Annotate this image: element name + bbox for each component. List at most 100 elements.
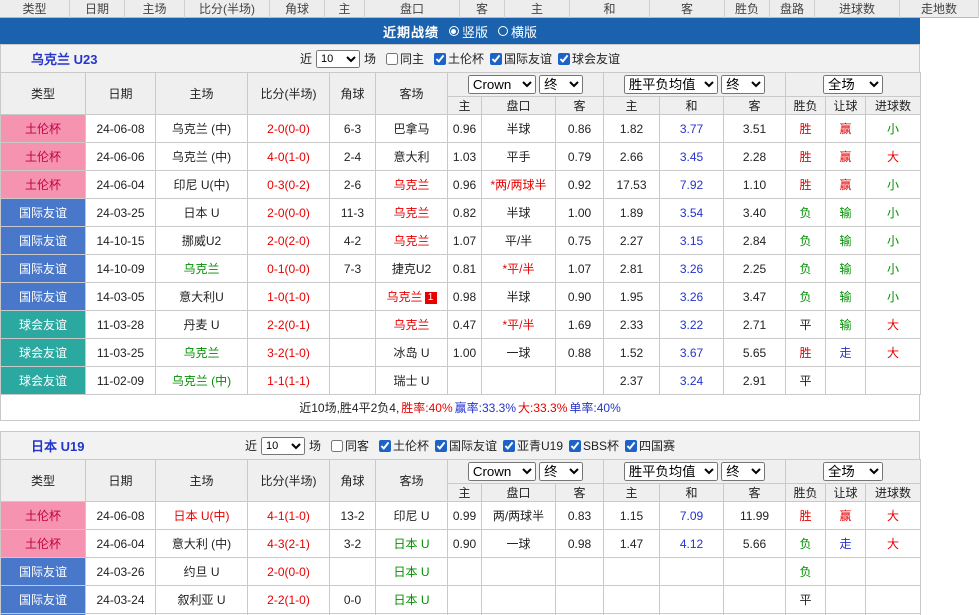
- top-header-col: 主: [505, 0, 570, 18]
- cell-home-team: 意大利U: [156, 283, 248, 311]
- scope-select[interactable]: 全场: [823, 462, 883, 481]
- cell-asia-away-water: [556, 586, 604, 614]
- cell-handicap: *两/两球半: [482, 171, 556, 199]
- section-gap: [0, 421, 920, 431]
- cell-date: 11-03-25: [86, 339, 156, 367]
- cell-euro-home-odds: 1.52: [604, 339, 660, 367]
- league-checkbox[interactable]: [490, 53, 502, 65]
- sub-header-euro-away: 客: [724, 97, 786, 115]
- league-checkbox[interactable]: [558, 53, 570, 65]
- summary-segment: 单率:40%: [569, 399, 620, 416]
- cell-asia-home-water: 0.81: [448, 255, 482, 283]
- cell-handicap-result: [826, 586, 866, 614]
- europe-time-select[interactable]: 终: [721, 75, 765, 94]
- cell-euro-home-odds: 1.15: [604, 502, 660, 530]
- cell-euro-away-odds: [724, 586, 786, 614]
- league-filter[interactable]: 亚青U19: [503, 437, 563, 454]
- cell-score: 2-0(0-0): [248, 558, 330, 586]
- sub-header-asia-home: 主: [448, 484, 482, 502]
- sub-header-handicap: 盘口: [482, 97, 556, 115]
- scope-select[interactable]: 全场: [823, 75, 883, 94]
- league-filter[interactable]: 四国赛: [625, 437, 675, 454]
- cell-euro-home-odds: 2.66: [604, 143, 660, 171]
- cell-handicap-result: 输: [826, 255, 866, 283]
- cell-league-type: 国际友谊: [1, 586, 86, 614]
- league-checkbox[interactable]: [625, 440, 637, 452]
- league-checkbox[interactable]: [435, 440, 447, 452]
- asia-time-select[interactable]: 终: [539, 75, 583, 94]
- cell-date: 11-03-28: [86, 311, 156, 339]
- cell-euro-home-odds: 1.95: [604, 283, 660, 311]
- sub-header-handicap: 盘口: [482, 484, 556, 502]
- top-header-col: 盘路: [770, 0, 815, 18]
- section-title: 乌克兰 U23: [31, 49, 97, 68]
- league-filter[interactable]: 国际友谊: [490, 50, 552, 67]
- cell-home-team: 乌克兰 (中): [156, 367, 248, 395]
- recent-count-select[interactable]: 10: [261, 437, 305, 455]
- bookmaker-select[interactable]: Crown: [468, 75, 536, 94]
- cell-result: 负: [786, 530, 826, 558]
- layout-horizontal-radio[interactable]: 横版: [498, 22, 537, 41]
- league-filter[interactable]: SBS杯: [569, 437, 619, 454]
- cell-euro-draw-odds: 7.09: [660, 502, 724, 530]
- recent-matches-table-ukraine: 类型 日期 主场 比分(半场) 角球 客场 Crown 终 胜平负均值 终 全场: [0, 72, 921, 395]
- sub-header-goals: 进球数: [866, 97, 921, 115]
- cell-result: 平: [786, 311, 826, 339]
- europe-avg-select[interactable]: 胜平负均值: [624, 75, 718, 94]
- league-checkbox[interactable]: [503, 440, 515, 452]
- cell-goals-result: [866, 586, 921, 614]
- cell-score: 3-2(1-0): [248, 339, 330, 367]
- cell-euro-away-odds: 2.84: [724, 227, 786, 255]
- cell-home-team: 乌克兰 (中): [156, 143, 248, 171]
- cell-asia-home-water: [448, 586, 482, 614]
- recent-count-select[interactable]: 10: [316, 50, 360, 68]
- asia-time-select[interactable]: 终: [539, 462, 583, 481]
- cell-away-team: 印尼 U: [376, 502, 448, 530]
- league-filter[interactable]: 土伦杯: [379, 437, 429, 454]
- sub-header-euro-home: 主: [604, 484, 660, 502]
- same-venue-filter[interactable]: 同客: [331, 437, 369, 454]
- league-filter[interactable]: 球会友谊: [558, 50, 620, 67]
- top-header-col: 主: [325, 0, 365, 18]
- cell-away-team: 日本 U: [376, 530, 448, 558]
- bookmaker-select[interactable]: Crown: [468, 462, 536, 481]
- cell-score: 4-0(1-0): [248, 143, 330, 171]
- cell-result: 负: [786, 558, 826, 586]
- cell-away-team: 瑞士 U: [376, 367, 448, 395]
- cell-euro-draw-odds: 3.54: [660, 199, 724, 227]
- sub-header-euro-draw: 和: [660, 97, 724, 115]
- cell-away-team: 乌克兰1: [376, 283, 448, 311]
- layout-vertical-radio[interactable]: 竖版: [449, 22, 488, 41]
- cell-home-team: 挪威U2: [156, 227, 248, 255]
- europe-avg-select[interactable]: 胜平负均值: [624, 462, 718, 481]
- col-header-type: 类型: [1, 460, 86, 502]
- col-header-score: 比分(半场): [248, 460, 330, 502]
- cell-away-team: 日本 U: [376, 558, 448, 586]
- col-header-away: 客场: [376, 460, 448, 502]
- cell-goals-result: 小: [866, 171, 921, 199]
- league-filter[interactable]: 国际友谊: [435, 437, 497, 454]
- cell-asia-home-water: [448, 558, 482, 586]
- europe-time-select[interactable]: 终: [721, 462, 765, 481]
- same-venue-checkbox[interactable]: [386, 53, 398, 65]
- cell-result: 负: [786, 227, 826, 255]
- recent-label: 近: [245, 437, 257, 454]
- top-header-col: 类型: [0, 0, 70, 18]
- layout-vertical-label: 竖版: [462, 22, 488, 41]
- sub-header-result: 胜负: [786, 97, 826, 115]
- same-venue-filter[interactable]: 同主: [386, 50, 424, 67]
- top-header-col: 角球: [270, 0, 325, 18]
- match-row: 土伦杯24-06-06乌克兰 (中)4-0(1-0)2-4意大利1.03平手0.…: [1, 143, 921, 171]
- cell-corner: 4-2: [330, 227, 376, 255]
- league-checkbox[interactable]: [434, 53, 446, 65]
- cell-handicap: *平/半: [482, 311, 556, 339]
- same-venue-checkbox[interactable]: [331, 440, 343, 452]
- cell-euro-draw-odds: 3.24: [660, 367, 724, 395]
- league-checkbox[interactable]: [379, 440, 391, 452]
- cell-asia-home-water: [448, 367, 482, 395]
- league-checkbox[interactable]: [569, 440, 581, 452]
- league-filter[interactable]: 土伦杯: [434, 50, 484, 67]
- cell-euro-draw-odds: 3.26: [660, 283, 724, 311]
- top-header-col: 和: [570, 0, 650, 18]
- cell-euro-home-odds: 2.81: [604, 255, 660, 283]
